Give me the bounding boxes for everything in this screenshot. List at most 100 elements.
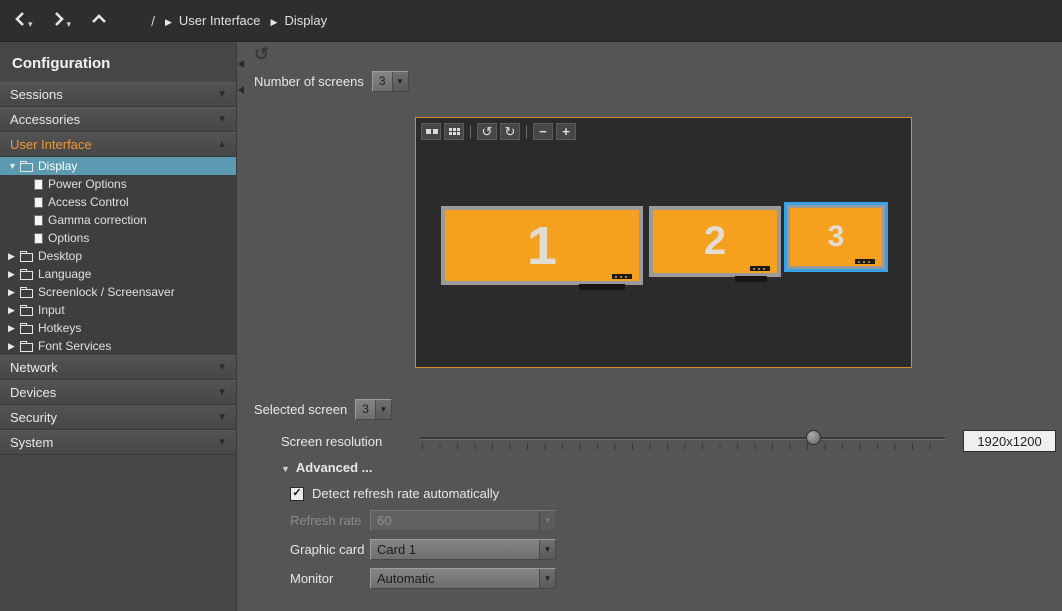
screen-2[interactable]: 2 (649, 206, 781, 277)
page-icon (34, 179, 43, 190)
page-icon (34, 233, 43, 244)
section-collapse-arrow-icon: ▼ (217, 114, 227, 125)
reset-icon[interactable] (254, 44, 269, 64)
monitor-buttons-icon (855, 259, 875, 264)
screen-resolution-label: Screen resolution (281, 434, 382, 449)
sidebar-section-accessories[interactable]: Accessories ▼ (0, 107, 236, 132)
monitor-buttons-icon (750, 266, 770, 271)
monitor-buttons-icon (612, 274, 632, 279)
number-of-screens-dropdown[interactable]: 3 (372, 71, 409, 92)
breadcrumb-arrow-icon (165, 13, 172, 28)
sidebar-section-user-interface[interactable]: User Interface ▲ (0, 132, 236, 157)
section-collapse-arrow-icon: ▼ (217, 412, 227, 423)
top-toolbar: / User Interface Display (0, 0, 1062, 42)
folder-icon (20, 163, 33, 172)
resolution-slider[interactable] (420, 429, 945, 455)
detect-refresh-row: Detect refresh rate automatically (290, 486, 499, 501)
expander-icon[interactable]: ▶ (8, 341, 20, 352)
section-collapse-arrow-icon: ▼ (217, 362, 227, 373)
section-collapse-arrow-icon: ▼ (217, 437, 227, 448)
monitor-dropdown[interactable]: Automatic (370, 568, 556, 589)
folder-icon (20, 307, 33, 316)
toolbar-separator (470, 125, 471, 139)
number-of-screens-label: Number of screens (254, 74, 364, 89)
breadcrumb-root[interactable]: / (151, 13, 155, 29)
back-chevron-icon (14, 11, 26, 30)
sidebar-section-devices[interactable]: Devices ▼ (0, 380, 236, 405)
minus-button[interactable] (533, 123, 553, 140)
arrange-horizontal-button[interactable] (421, 123, 441, 140)
tree-item-hotkeys[interactable]: ▶ Hotkeys (0, 319, 236, 337)
tree-item-display[interactable]: ▼ Display (0, 157, 236, 175)
forward-button[interactable] (51, 9, 74, 32)
sidebar-section-sessions[interactable]: Sessions ▼ (0, 82, 236, 107)
up-chevron-icon (91, 13, 107, 28)
monitor-arrangement-panel: 1 2 3 (415, 117, 912, 368)
display-settings-panel: Number of screens 3 1 2 3 (237, 42, 1062, 611)
graphic-card-dropdown[interactable]: Card 1 (370, 539, 556, 560)
section-collapse-arrow-icon: ▲ (217, 139, 227, 150)
refresh-rate-dropdown: 60 (370, 510, 556, 531)
slider-handle[interactable] (806, 430, 821, 445)
expander-icon[interactable]: ▶ (8, 305, 20, 316)
folder-icon (20, 253, 33, 262)
tree-item-input[interactable]: ▶ Input (0, 301, 236, 319)
monitor-stand (735, 276, 767, 282)
tree-item-gamma-correction[interactable]: Gamma correction (0, 211, 236, 229)
forward-history-caret-icon[interactable] (65, 15, 72, 30)
slider-track[interactable] (420, 437, 945, 440)
sidebar-title: Configuration (0, 42, 236, 82)
toolbar-separator (526, 125, 527, 139)
expander-icon[interactable]: ▶ (8, 287, 20, 298)
screen-1[interactable]: 1 (441, 206, 643, 285)
breadcrumb-item-display[interactable]: Display (271, 13, 328, 28)
detect-refresh-checkbox[interactable] (290, 487, 304, 501)
tree-item-language[interactable]: ▶ Language (0, 265, 236, 283)
advanced-expander-icon (281, 460, 290, 475)
forward-chevron-icon (53, 11, 65, 30)
page-icon (34, 197, 43, 208)
tree-item-screenlock-screensaver[interactable]: ▶ Screenlock / Screensaver (0, 283, 236, 301)
sidebar-section-system[interactable]: System ▼ (0, 430, 236, 455)
resolution-value-field[interactable]: 1920x1200 (963, 430, 1056, 452)
section-collapse-arrow-icon: ▼ (217, 89, 227, 100)
dropdown-arrow-icon (539, 540, 555, 559)
expander-icon[interactable]: ▶ (8, 323, 20, 334)
plus-button[interactable] (556, 123, 576, 140)
expander-icon[interactable]: ▶ (8, 251, 20, 262)
rotate-ccw-button[interactable] (477, 123, 497, 140)
sidebar-section-network[interactable]: Network ▼ (0, 355, 236, 380)
folder-icon (20, 343, 33, 352)
tree-item-desktop[interactable]: ▶ Desktop (0, 247, 236, 265)
screen-3-selected[interactable]: 3 (787, 205, 885, 269)
advanced-section-toggle[interactable]: Advanced ... (281, 460, 373, 475)
selected-screen-dropdown[interactable]: 3 (355, 399, 392, 420)
sidebar-collapse-arrow[interactable] (238, 86, 244, 94)
folder-icon (20, 325, 33, 334)
breadcrumb-item-user-interface[interactable]: User Interface (165, 13, 261, 28)
expander-icon[interactable]: ▶ (8, 269, 20, 280)
back-history-caret-icon[interactable] (26, 15, 33, 30)
breadcrumb-arrow-icon (271, 13, 278, 28)
tree-item-options[interactable]: Options (0, 229, 236, 247)
rotate-cw-button[interactable] (500, 123, 520, 140)
monitor-label: Monitor (290, 571, 333, 586)
expander-icon[interactable]: ▼ (8, 161, 20, 171)
arrange-grid-button[interactable] (444, 123, 464, 140)
graphic-card-label: Graphic card (290, 542, 364, 557)
monitor-stand (579, 284, 625, 290)
tree-item-power-options[interactable]: Power Options (0, 175, 236, 193)
dropdown-arrow-icon (392, 72, 408, 91)
folder-icon (20, 289, 33, 298)
folder-icon (20, 271, 33, 280)
sidebar-section-security[interactable]: Security ▼ (0, 405, 236, 430)
tree-item-font-services[interactable]: ▶ Font Services (0, 337, 236, 355)
sidebar-collapse-arrow[interactable] (238, 60, 244, 68)
up-button[interactable] (89, 11, 109, 30)
screen-number: 1 (527, 215, 557, 277)
dropdown-arrow-icon (375, 400, 391, 419)
tree-item-access-control[interactable]: Access Control (0, 193, 236, 211)
number-of-screens-row: Number of screens 3 (254, 70, 409, 92)
back-button[interactable] (12, 9, 35, 32)
user-interface-tree: ▼ Display Power Options Access Control G… (0, 157, 236, 355)
